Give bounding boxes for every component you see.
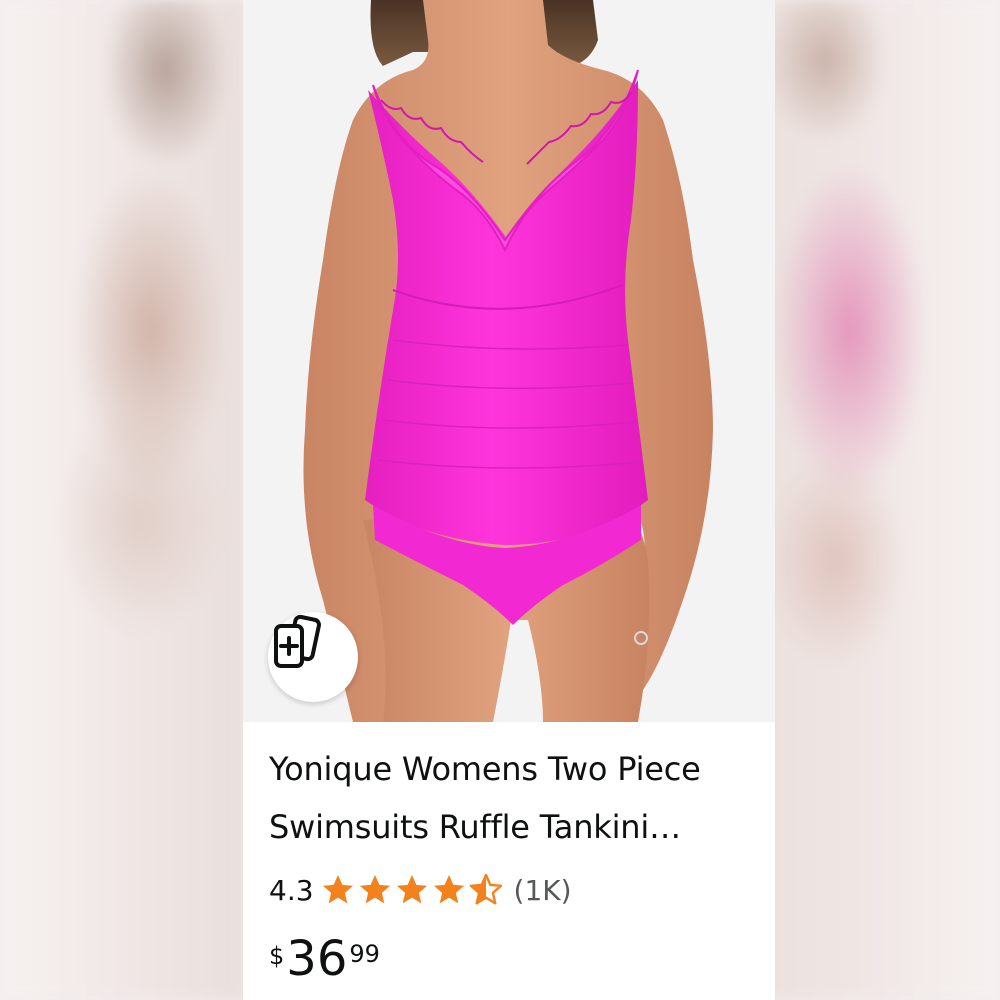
star-half-icon	[469, 873, 502, 905]
rating-value: 4.3	[269, 873, 314, 907]
price: $ 36 99	[269, 934, 759, 994]
add-to-compare-cards-icon	[274, 614, 321, 668]
product-card[interactable]: Yonique Womens Two Piece Swimsuits Ruffl…	[243, 0, 775, 1000]
add-to-compare-button[interactable]	[268, 612, 358, 702]
price-whole: 36	[286, 931, 348, 987]
star-full-icon	[359, 875, 390, 904]
screenshot-frame: Yonique Womens Two Piece Swimsuits Ruffl…	[0, 0, 1000, 1000]
star-full-icon	[433, 875, 464, 904]
rating-row[interactable]: 4.3 (1K)	[269, 868, 759, 912]
star-rating	[320, 872, 504, 908]
star-full-icon	[396, 875, 427, 904]
product-title[interactable]: Yonique Womens Two Piece Swimsuits Ruffl…	[269, 740, 759, 856]
price-fraction: 99	[349, 940, 380, 968]
blurred-background-right	[755, 0, 1000, 1000]
blurred-background-left	[0, 0, 245, 1000]
price-currency-symbol: $	[269, 942, 285, 970]
star-full-icon	[322, 875, 353, 904]
product-image[interactable]	[243, 0, 775, 722]
review-count[interactable]: (1K)	[514, 874, 572, 907]
product-info: Yonique Womens Two Piece Swimsuits Ruffl…	[269, 740, 759, 994]
